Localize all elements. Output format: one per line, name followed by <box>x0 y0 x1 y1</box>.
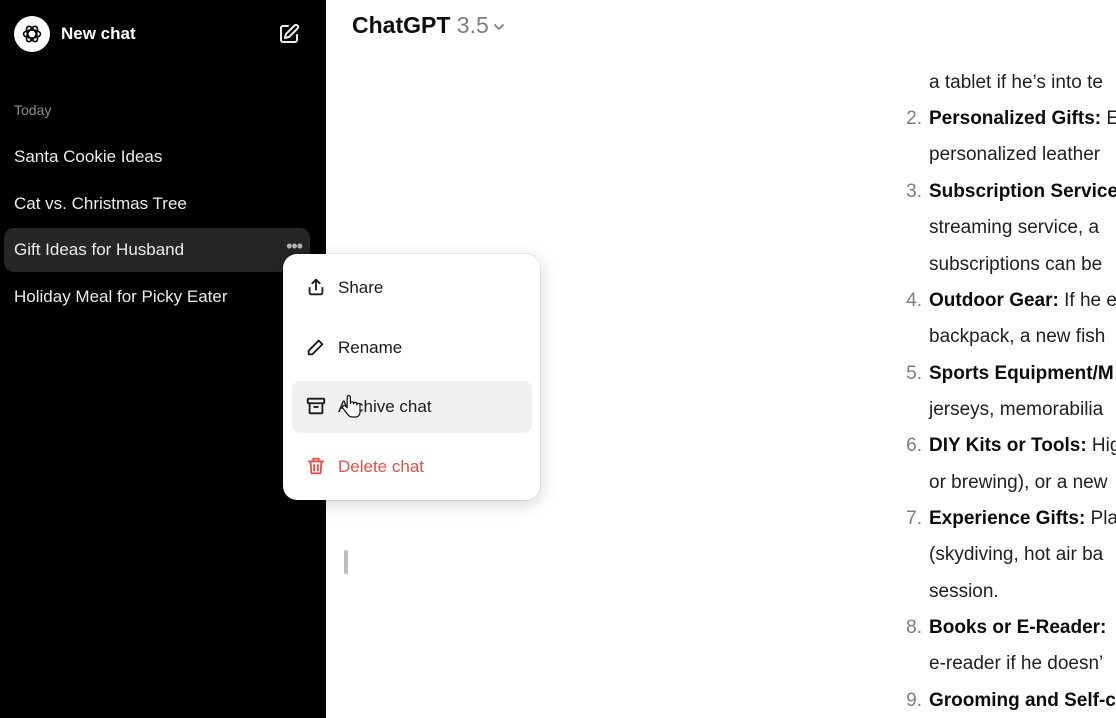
content-line: Sports Equipment/M <box>929 363 1114 384</box>
list-number: 7. <box>906 508 922 529</box>
content-line: subscriptions can be <box>929 254 1103 275</box>
model-version: 3.5 <box>456 12 489 38</box>
list-number: 6. <box>906 435 922 456</box>
menu-item-label: Share <box>338 278 384 297</box>
list-number: 8. <box>906 617 922 638</box>
content-line: a tablet if he’s into te <box>929 72 1103 93</box>
trash-icon <box>307 457 325 475</box>
content-line: Subscription Service <box>929 181 1116 202</box>
archive-chat-menu-item[interactable]: Archive chat <box>292 381 532 433</box>
list-number: 5. <box>906 363 922 384</box>
share-icon <box>308 278 324 296</box>
scroll-indicator[interactable] <box>344 550 348 574</box>
content-line: backpack, a new fish <box>929 326 1106 347</box>
rename-menu-item[interactable]: Rename <box>292 322 532 374</box>
sidebar-chat-item[interactable]: Santa Cookie Ideas <box>4 135 310 179</box>
chat-context-menu: Share Rename Archive chat Delete chat <box>283 254 540 500</box>
chat-item-label: Gift Ideas for Husband <box>14 240 185 259</box>
list-number: 3. <box>906 181 922 202</box>
chat-item-label: Santa Cookie Ideas <box>14 147 163 166</box>
section-label-today: Today <box>14 102 52 118</box>
model-selector[interactable]: ChatGPT 3.5 <box>352 12 489 39</box>
content-line: Experience Gifts: Pla <box>929 508 1116 529</box>
sidebar-chat-item-active[interactable]: Gift Ideas for Husband ••• <box>4 228 310 272</box>
menu-item-label: Delete chat <box>338 457 424 476</box>
content-line: Personalized Gifts: E <box>929 108 1116 129</box>
list-number: 4. <box>906 290 922 311</box>
content-line: personalized leather <box>929 144 1101 165</box>
content-line: Grooming and Self-c <box>929 690 1116 711</box>
pencil-icon <box>307 339 324 356</box>
delete-chat-menu-item[interactable]: Delete chat <box>292 441 532 493</box>
list-number: 2. <box>906 108 922 129</box>
menu-item-label: Rename <box>338 338 403 357</box>
sidebar-header: New chat <box>0 0 326 70</box>
new-chat-edit-icon[interactable] <box>277 22 301 46</box>
content-line: session. <box>929 581 999 602</box>
sidebar: New chat Today Santa Cookie Ideas Cat vs… <box>0 0 326 718</box>
chat-item-label: Cat vs. Christmas Tree <box>14 194 187 213</box>
new-chat-label[interactable]: New chat <box>61 24 136 44</box>
chat-item-label: Holiday Meal for Picky Eater <box>14 287 228 306</box>
content-line: (skydiving, hot air ba <box>929 544 1104 565</box>
sidebar-chat-item[interactable]: Holiday Meal for Picky Eater <box>4 275 310 319</box>
hand-cursor-icon <box>341 394 361 418</box>
chevron-down-icon[interactable] <box>492 20 506 34</box>
openai-logo-icon[interactable] <box>14 16 50 52</box>
content-line: Books or E-Reader: <box>929 617 1107 638</box>
content-line: Outdoor Gear: If he e <box>929 290 1116 311</box>
content-line: jerseys, memorabilia <box>929 399 1104 420</box>
list-number: 9. <box>906 690 922 711</box>
sidebar-chat-item[interactable]: Cat vs. Christmas Tree <box>4 182 310 226</box>
content-line: or brewing), or a new <box>929 472 1108 493</box>
app-title: ChatGPT <box>352 12 451 38</box>
content-line: streaming service, a <box>929 217 1100 238</box>
content-line: e-reader if he doesn’ <box>929 653 1104 674</box>
archive-icon <box>306 397 326 415</box>
content-line: DIY Kits or Tools: Hig <box>929 435 1116 456</box>
share-menu-item[interactable]: Share <box>292 262 532 314</box>
